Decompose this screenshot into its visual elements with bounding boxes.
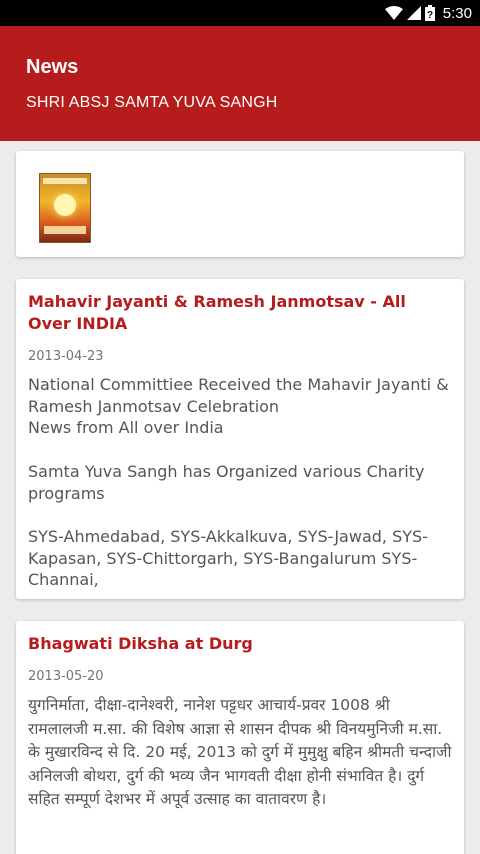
status-bar: ? 5:30 bbox=[0, 0, 480, 26]
news-card[interactable]: Bhagwati Diksha at Durg 2013-05-20 युगनि… bbox=[16, 621, 464, 854]
page-subtitle: SHRI ABSJ SAMTA YUVA SANGH bbox=[26, 94, 278, 111]
news-date: 2013-05-20 bbox=[28, 669, 104, 684]
svg-text:?: ? bbox=[427, 10, 433, 21]
signal-icon bbox=[406, 6, 421, 20]
news-body: National Committiee Received the Mahavir… bbox=[28, 375, 449, 590]
page-title: News bbox=[26, 56, 79, 78]
news-date: 2013-04-23 bbox=[28, 349, 104, 364]
news-title: Bhagwati Diksha at Durg bbox=[28, 634, 253, 653]
news-body: युगनिर्माता, दीक्षा-दानेश्वरी, नानेश पट्… bbox=[28, 696, 452, 808]
wifi-icon bbox=[384, 6, 403, 20]
news-card[interactable]: Mahavir Jayanti & Ramesh Janmotsav - All… bbox=[16, 279, 464, 599]
app-bar: News SHRI ABSJ SAMTA YUVA SANGH bbox=[0, 26, 480, 141]
news-list[interactable]: Mahavir Jayanti & Ramesh Janmotsav - All… bbox=[0, 141, 480, 854]
banner-card[interactable] bbox=[16, 151, 464, 257]
status-time: 5:30 bbox=[442, 4, 472, 22]
news-title: Mahavir Jayanti & Ramesh Janmotsav - All… bbox=[28, 292, 406, 333]
news-thumbnail-image[interactable] bbox=[39, 173, 91, 243]
battery-icon: ? bbox=[424, 5, 435, 21]
